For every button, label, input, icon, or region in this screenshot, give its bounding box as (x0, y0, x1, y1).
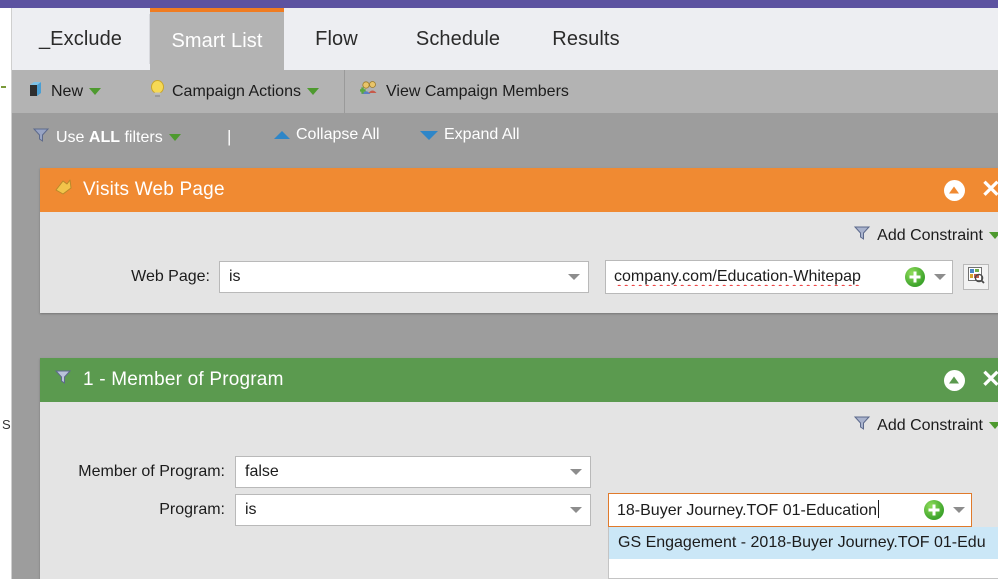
autocomplete-item[interactable]: GS Engagement - 2018-Buyer Journey.TOF 0… (609, 527, 998, 559)
add-value-icon[interactable] (924, 500, 944, 520)
chevron-down-icon[interactable] (307, 88, 319, 95)
close-icon[interactable]: ✕ (981, 178, 998, 202)
operator-select-web-page[interactable]: is (219, 261, 589, 293)
text-cursor (878, 500, 879, 518)
rail-tick-mark (1, 86, 6, 88)
field-label-web-page: Web Page: (40, 268, 210, 286)
add-constraint-label: Add Constraint (877, 227, 983, 245)
toolbar-new-label: New (51, 83, 83, 101)
tab-flow-label: Flow (315, 28, 358, 51)
filter-card-body: Add Constraint Web Page: is company.com/… (40, 212, 998, 313)
use-all-filters-label: Use ALL filters (56, 129, 163, 147)
people-icon (360, 80, 380, 103)
funnel-icon (32, 126, 50, 149)
filter-card-header-actions: ✕ (944, 168, 998, 212)
move-up-icon[interactable] (944, 370, 965, 391)
toolbar-view-campaign-members-label: View Campaign Members (386, 83, 569, 101)
database-icon (28, 81, 45, 103)
chevron-down-icon[interactable] (989, 232, 998, 239)
tab-bar: _Exclude Smart List Flow Schedule Result… (12, 8, 998, 70)
add-constraint-button[interactable]: Add Constraint (853, 224, 998, 247)
toolbar-divider (344, 70, 345, 113)
field-label-program: Program: (40, 501, 225, 519)
options-divider: | (227, 127, 231, 147)
operator-select-member-of-program[interactable]: false (235, 456, 591, 488)
add-constraint-label: Add Constraint (877, 417, 983, 435)
tab-exclude-label: _Exclude (39, 28, 122, 51)
tab-results[interactable]: Results (527, 8, 645, 70)
collapse-all-button[interactable]: Collapse All (274, 126, 380, 144)
filter-card-member-of-program: 1 - Member of Program ✕ Add Constraint (40, 358, 998, 579)
tab-smart-list-label: Smart List (171, 30, 262, 53)
tab-smart-list[interactable]: Smart List (150, 8, 284, 70)
field-label-member-of-program: Member of Program: (40, 463, 225, 481)
filter-card-header-actions: ✕ (944, 358, 998, 402)
preview-web-page-button[interactable] (963, 264, 989, 290)
funnel-icon (853, 414, 871, 437)
move-up-icon[interactable] (944, 180, 965, 201)
close-icon[interactable]: ✕ (981, 368, 998, 392)
operator-select-value: is (245, 501, 257, 519)
operator-select-value: is (229, 268, 241, 286)
tab-exclude[interactable]: _Exclude (12, 8, 149, 70)
add-constraint-button[interactable]: Add Constraint (853, 414, 998, 437)
toolbar-new-button[interactable]: New (28, 70, 101, 113)
value-input-web-page[interactable]: company.com/Education-Whitepap (605, 260, 953, 294)
filter-card-header[interactable]: 1 - Member of Program ✕ (40, 358, 998, 402)
funnel-icon (54, 368, 73, 392)
funnel-icon (853, 224, 871, 247)
left-edge-rail: S (0, 8, 12, 579)
filter-card-title: Visits Web Page (83, 179, 225, 201)
chevron-down-icon (570, 507, 582, 513)
chevron-down-icon[interactable] (953, 507, 965, 513)
preview-magnifier-icon (967, 266, 985, 289)
toolbar-campaign-actions-button[interactable]: Campaign Actions (149, 70, 319, 113)
filter-options-bar: Use ALL filters | Collapse All Expand Al… (12, 114, 998, 164)
chevron-down-icon (420, 131, 438, 140)
tab-results-label: Results (552, 28, 619, 51)
lightbulb-icon (149, 80, 166, 103)
operator-select-program[interactable]: is (235, 494, 591, 526)
operator-select-value: false (245, 463, 279, 481)
toolbar-view-campaign-members-button[interactable]: View Campaign Members (360, 70, 569, 113)
filter-canvas: Visits Web Page ✕ Add Constraint (12, 164, 998, 579)
filter-row-web-page: Web Page: is company.com/Education-White… (40, 260, 998, 294)
filter-card-title: 1 - Member of Program (83, 369, 284, 391)
expand-all-label: Expand All (444, 126, 520, 144)
rail-tick-label: S (2, 418, 11, 431)
value-input-program[interactable]: 18-Buyer Journey.TOF 01-Education (608, 493, 972, 527)
filter-card-visits-web-page: Visits Web Page ✕ Add Constraint (40, 168, 998, 313)
value-input-program-text: 18-Buyer Journey.TOF 01-Education (617, 500, 920, 520)
window-accent-strip (0, 0, 998, 8)
chevron-down-icon[interactable] (934, 274, 946, 280)
filter-row-member-of-program: Member of Program: false (40, 456, 998, 488)
tab-schedule[interactable]: Schedule (389, 8, 527, 70)
filter-card-body: Add Constraint Member of Program: false … (40, 402, 998, 579)
chevron-down-icon (570, 469, 582, 475)
collapse-all-label: Collapse All (296, 126, 380, 144)
chevron-down-icon[interactable] (169, 134, 181, 141)
toolbar: New Campaign Actions (12, 70, 998, 114)
chevron-down-icon[interactable] (989, 422, 998, 429)
tab-flow[interactable]: Flow (284, 8, 389, 70)
marketo-smart-list-screen: _Exclude Smart List Flow Schedule Result… (0, 0, 998, 579)
tab-schedule-label: Schedule (416, 28, 500, 51)
program-autocomplete-list[interactable]: GS Engagement - 2018-Buyer Journey.TOF 0… (608, 527, 998, 579)
expand-all-button[interactable]: Expand All (420, 126, 520, 144)
chevron-up-icon (274, 131, 290, 139)
toolbar-campaign-actions-label: Campaign Actions (172, 83, 301, 101)
use-all-filters-button[interactable]: Use ALL filters (32, 126, 181, 149)
chevron-down-icon (568, 274, 580, 280)
web-page-icon (54, 178, 73, 202)
value-input-web-page-text: company.com/Education-Whitepap (614, 268, 901, 286)
filter-card-header[interactable]: Visits Web Page ✕ (40, 168, 998, 212)
filter-row-program: Program: is 18-Buyer Journey.TOF 01-Educ… (40, 493, 998, 527)
add-value-icon[interactable] (905, 267, 925, 287)
chevron-down-icon[interactable] (89, 88, 101, 95)
